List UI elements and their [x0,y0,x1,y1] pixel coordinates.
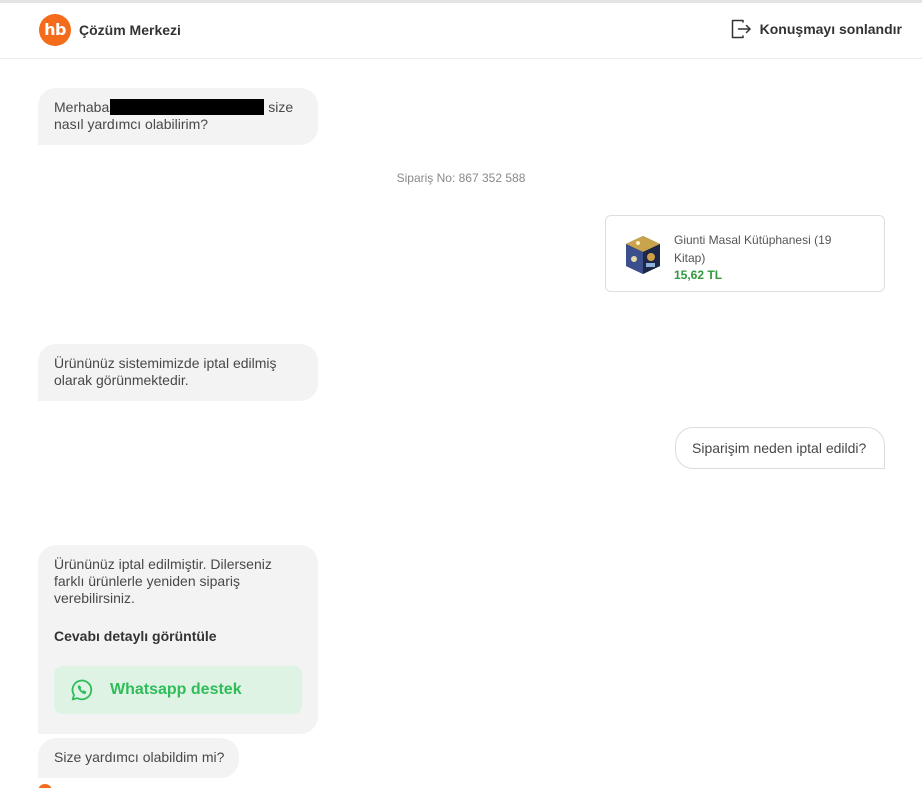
end-conversation-label: Konuşmayı sonlandır [759,21,902,37]
cancel-answer-text: Ürününüz iptal edilmiştir. Dilerseniz fa… [54,556,272,606]
greeting-suffix: size [268,99,294,115]
bot-cancel-answer-message: Ürününüz iptal edilmiştir. Dilerseniz fa… [38,545,318,734]
whatsapp-support-button[interactable]: Whatsapp destek [54,666,302,714]
bot-greeting-message: Merhaba size nasıl yardımcı olabilirim? [38,88,318,145]
greeting-prefix: Merhaba [54,99,110,115]
product-price: 15,62 TL [674,268,723,282]
bot-avatar [38,784,52,788]
product-name: Giunti Masal Kütüphanesi (19 Kitap) [674,233,832,265]
hb-logo[interactable]: hb [39,14,71,46]
whatsapp-support-label: Whatsapp destek [110,681,242,698]
bot-followup-message: Size yardımcı olabildim mi? [38,738,239,778]
bot-cancel-status-message: Ürününüz sistemimizde iptal edilmiş olar… [38,344,318,401]
end-conversation-button[interactable]: Konuşmayı sonlandır [730,18,902,40]
chat-header: hb Çözüm Merkezi Konuşmayı sonlandır [0,3,922,59]
order-number: Sipariş No: 867 352 588 [396,171,526,185]
product-thumbnail [624,235,662,275]
product-card[interactable]: Giunti Masal Kütüphanesi (19 Kitap) 15,6… [605,215,885,292]
view-detailed-answer-link[interactable]: Cevabı detaylı görüntüle [54,628,217,645]
page-title: Çözüm Merkezi [79,22,181,38]
greeting-line-2: nasıl yardımcı olabilirim? [54,116,209,132]
whatsapp-icon [69,678,94,707]
redacted-username [110,99,265,115]
user-question-message: Siparişim neden iptal edildi? [675,427,885,469]
logout-icon [730,18,752,40]
